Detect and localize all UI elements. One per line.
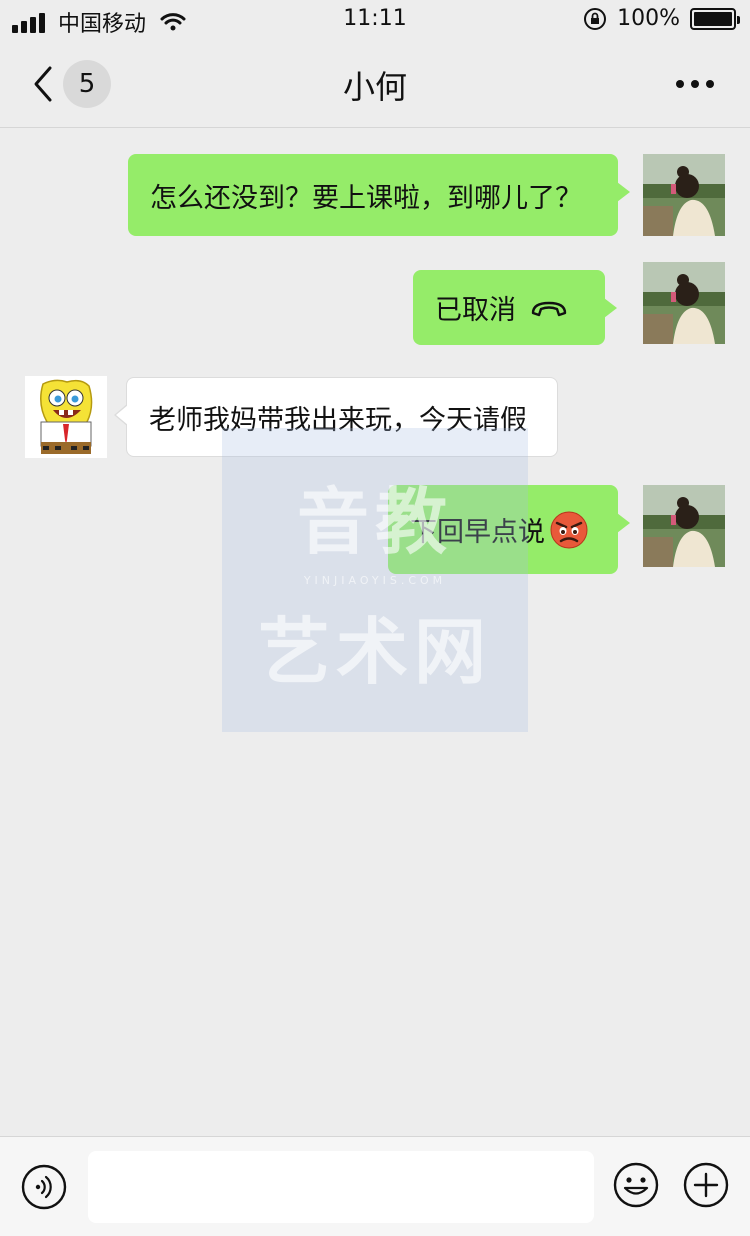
battery-percent: 100% <box>617 6 680 31</box>
message-text: 已取消 <box>435 295 516 326</box>
battery-icon <box>690 7 740 30</box>
message-bubble-outgoing[interactable]: 怎么还没到？要上课啦，到哪儿了？ <box>128 154 630 236</box>
plus-icon[interactable] <box>682 1161 730 1209</box>
nav-bar: 5 小何 <box>0 42 750 128</box>
avatar-self[interactable] <box>643 262 725 344</box>
watermark: 音教 YINJIAOYIS.COM 艺术网 <box>222 428 528 732</box>
hang-up-icon <box>531 301 567 316</box>
message-text: 老师我妈带我出来玩，今天请假 <box>149 404 527 436</box>
rotation-lock-icon <box>584 7 607 30</box>
message-bubble-incoming[interactable]: 老师我妈带我出来玩，今天请假 <box>114 377 558 457</box>
message-bubble-outgoing[interactable]: 下回早点说 <box>388 485 630 574</box>
message-input[interactable] <box>88 1151 594 1223</box>
watermark-url: YINJIAOYIS.COM <box>303 573 447 587</box>
status-bar: 中国移动 11:11 100% <box>0 0 750 42</box>
avatar-self[interactable] <box>643 154 725 236</box>
status-right: 100% <box>583 6 740 31</box>
angry-face-emoji <box>550 511 588 548</box>
message-bubble-outgoing[interactable]: 已取消 <box>413 270 617 345</box>
voice-input-icon[interactable] <box>20 1163 68 1211</box>
avatar-self[interactable] <box>643 485 725 567</box>
input-bar <box>0 1136 750 1236</box>
more-options-icon[interactable] <box>669 80 714 88</box>
watermark-line2: 艺术网 <box>257 609 492 694</box>
chat-title: 小何 <box>342 68 407 106</box>
message-text: 下回早点说 <box>410 517 545 548</box>
message-text: 怎么还没到？要上课啦，到哪儿了？ <box>150 182 582 214</box>
avatar-contact[interactable] <box>25 376 107 458</box>
emoji-icon[interactable] <box>612 1161 660 1209</box>
